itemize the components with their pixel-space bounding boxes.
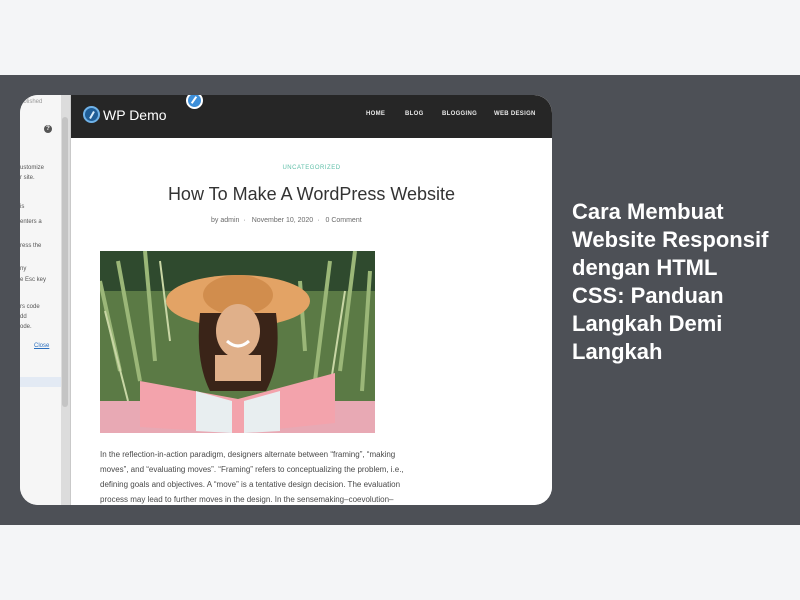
site-title[interactable]: WP Demo [103,107,167,123]
post-meta: by admin · November 10, 2020 · 0 Comment [211,217,362,224]
post-body-line: defining goals and objectives. A “move” … [100,480,401,489]
panel-scrollbar-thumb[interactable] [62,117,68,407]
edit-shortcut-icon[interactable] [186,95,203,109]
site-header: WP Demo HOME BLOG BLOGGING WEB DESIGN [71,95,552,138]
help-icon[interactable]: ? [44,125,52,133]
customizer-panel: ublished ? ustomize r site. is enters a … [20,95,70,505]
nav-web-design[interactable]: WEB DESIGN [494,111,536,117]
panel-status-text: ublished [20,99,43,105]
post-body-line: In the reflection-in-action paradigm, de… [100,450,396,459]
nav-blogging[interactable]: BLOGGING [442,111,477,117]
panel-text-line: ny [20,266,27,272]
post-date[interactable]: November 10, 2020 [252,217,313,224]
close-link[interactable]: Close [34,343,49,349]
panel-selected-row[interactable] [20,377,61,387]
featured-image [100,251,375,433]
panel-text-line: rs code [20,304,40,310]
featured-image-illustration [100,251,375,433]
screenshot-card: ublished ? ustomize r site. is enters a … [20,95,552,505]
panel-text-line: dd [20,314,27,320]
panel-text-line: ustomize [20,165,45,171]
post-body-line: process may lead to further moves in the… [100,495,394,504]
article-headline: Cara Membuat Website Responsif dengan HT… [572,199,769,364]
site-preview: WP Demo HOME BLOG BLOGGING WEB DESIGN UN… [71,95,552,505]
panel-text-line: is [20,204,25,210]
nav-home[interactable]: HOME [366,111,385,117]
post-comments[interactable]: 0 Comment [325,217,361,224]
panel-text-line: enters a [20,219,42,225]
post-body-line: moves”, and “evaluating moves”. “Framing… [100,465,404,474]
panel-text-line: r site. [20,175,35,181]
panel-text-line: ress the [20,243,42,249]
post-author[interactable]: by admin [211,217,239,224]
wordpress-logo-icon[interactable] [83,106,100,123]
nav-blog[interactable]: BLOG [405,111,424,117]
panel-text-line: e Esc key [20,277,47,283]
post-category[interactable]: UNCATEGORIZED [71,165,552,171]
panel-text-line: ode. [20,324,32,330]
post-title[interactable]: How To Make A WordPress Website [71,184,552,205]
